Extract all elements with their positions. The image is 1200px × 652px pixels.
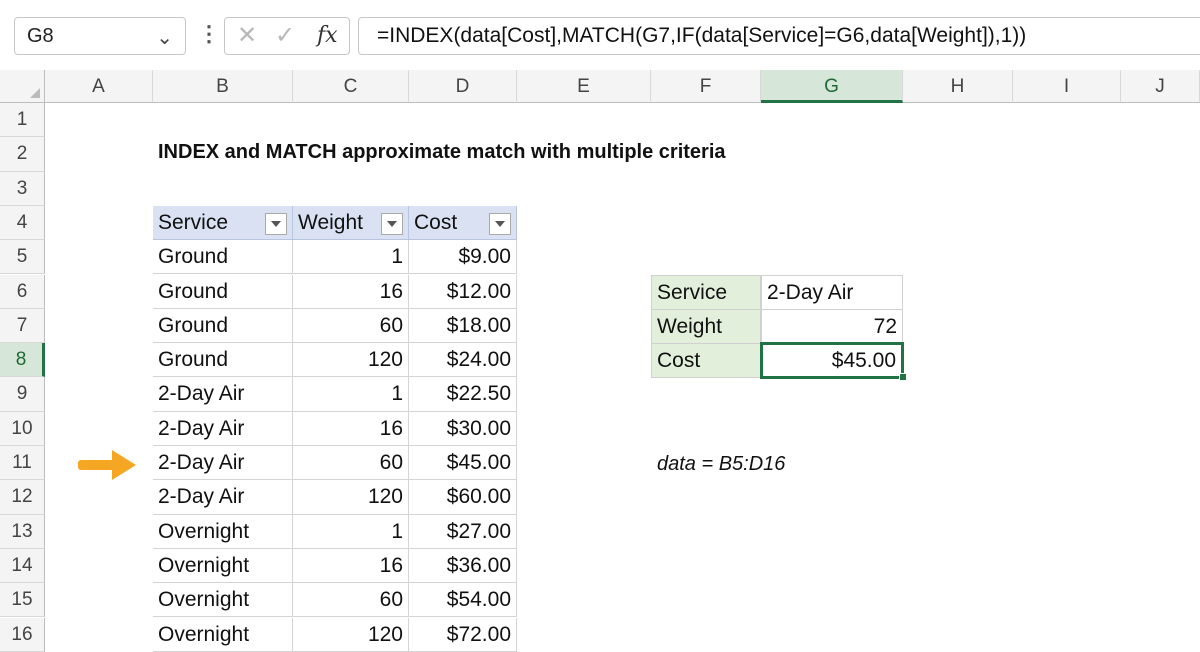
table-cell-service[interactable]: Overnight [153, 583, 293, 618]
table-cell-weight[interactable]: 60 [293, 583, 409, 618]
table-header-weight[interactable]: Weight [293, 205, 409, 241]
table-header-cost[interactable]: Cost [409, 205, 517, 241]
function-fx-icon[interactable]: fx [317, 18, 338, 54]
column-header-h[interactable]: H [903, 70, 1013, 103]
column-header-c[interactable]: C [293, 70, 409, 103]
table-cell-cost[interactable]: $36.00 [409, 548, 517, 584]
table-cell-cost[interactable]: $27.00 [409, 514, 517, 549]
table-cell-service[interactable]: 2-Day Air [153, 480, 293, 515]
table-cell-weight[interactable]: 60 [293, 446, 409, 481]
row-header-15[interactable]: 15 [0, 583, 45, 618]
formula-input[interactable]: =INDEX(data[Cost],MATCH(G7,IF(data[Servi… [358, 17, 1200, 55]
filter-dropdown-icon[interactable] [265, 212, 287, 235]
table-cell-cost[interactable]: $18.00 [409, 308, 517, 344]
column-header-a[interactable]: A [45, 70, 153, 103]
name-box-value: G8 [27, 25, 54, 47]
column-header-g[interactable]: G [761, 70, 903, 103]
table-header-service[interactable]: Service [153, 205, 293, 241]
cost-label[interactable]: Cost [651, 343, 761, 378]
row-header-1[interactable]: 1 [0, 103, 45, 138]
name-box[interactable]: G8 ⌄ [14, 17, 186, 55]
table-cell-cost[interactable]: $72.00 [409, 617, 517, 652]
weight-label[interactable]: Weight [651, 309, 761, 344]
table-cell-service[interactable]: Overnight [153, 548, 293, 584]
table-cell-service[interactable]: Ground [153, 274, 293, 309]
table-cell-service[interactable]: Overnight [153, 514, 293, 549]
row-header-10[interactable]: 10 [0, 411, 45, 446]
table-header-label: Service [158, 210, 229, 234]
column-header-j[interactable]: J [1121, 70, 1200, 103]
row-header-5[interactable]: 5 [0, 240, 45, 275]
table-cell-service[interactable]: Overnight [153, 617, 293, 652]
row-header-12[interactable]: 12 [0, 480, 45, 515]
table-cell-cost[interactable]: $12.00 [409, 274, 517, 309]
row-header-4[interactable]: 4 [0, 205, 45, 241]
service-label[interactable]: Service [651, 275, 761, 310]
table-cell-weight[interactable]: 16 [293, 411, 409, 446]
cancel-x-icon[interactable]: ✕ [237, 18, 257, 54]
fill-handle[interactable] [899, 373, 907, 381]
table-cell-cost[interactable]: $24.00 [409, 343, 517, 378]
select-all-corner[interactable] [0, 70, 45, 103]
table-cell-cost[interactable]: $22.50 [409, 377, 517, 412]
table-cell-weight[interactable]: 16 [293, 274, 409, 309]
table-cell-weight[interactable]: 120 [293, 343, 409, 378]
table-cell-service[interactable]: 2-Day Air [153, 377, 293, 412]
formula-text: =INDEX(data[Cost],MATCH(G7,IF(data[Servi… [377, 24, 1027, 47]
row-header-2[interactable]: 2 [0, 137, 45, 172]
table-cell-cost[interactable]: $9.00 [409, 240, 517, 275]
table-cell-weight[interactable]: 16 [293, 548, 409, 584]
table-cell-service[interactable]: 2-Day Air [153, 446, 293, 481]
table-cell-cost[interactable]: $54.00 [409, 583, 517, 618]
table-header-label: Weight [298, 210, 363, 234]
column-header-i[interactable]: I [1013, 70, 1121, 103]
table-cell-weight[interactable]: 120 [293, 480, 409, 515]
named-range-note: data = B5:D16 [657, 453, 786, 475]
weight-input[interactable]: 72 [761, 309, 903, 344]
table-cell-cost[interactable]: $60.00 [409, 480, 517, 515]
row-header-13[interactable]: 13 [0, 514, 45, 549]
column-header-b[interactable]: B [153, 70, 293, 103]
table-cell-weight[interactable]: 1 [293, 377, 409, 412]
confirm-check-icon[interactable]: ✓ [275, 18, 295, 54]
row-header-3[interactable]: 3 [0, 171, 45, 206]
table-cell-weight[interactable]: 60 [293, 308, 409, 344]
row-header-16[interactable]: 16 [0, 617, 45, 652]
table-cell-service[interactable]: Ground [153, 240, 293, 275]
arrow-right-icon [78, 450, 136, 480]
more-vertical-icon[interactable]: ⋮ [198, 19, 220, 53]
cost-result-cell[interactable]: $45.00 [760, 342, 904, 379]
table-header-label: Cost [414, 210, 458, 234]
row-header-6[interactable]: 6 [0, 274, 45, 309]
table-cell-service[interactable]: Ground [153, 308, 293, 344]
sheet-title: INDEX and MATCH approximate match with m… [158, 141, 726, 163]
formula-buttons: ✕ ✓ fx [224, 17, 350, 55]
service-input[interactable]: 2-Day Air [761, 275, 903, 310]
table-cell-weight[interactable]: 1 [293, 240, 409, 275]
filter-dropdown-icon[interactable] [489, 212, 511, 235]
column-header-f[interactable]: F [651, 70, 761, 103]
filter-dropdown-icon[interactable] [381, 212, 403, 235]
table-cell-weight[interactable]: 1 [293, 514, 409, 549]
table-cell-cost[interactable]: $30.00 [409, 411, 517, 446]
row-header-11[interactable]: 11 [0, 446, 45, 481]
row-header-14[interactable]: 14 [0, 548, 45, 584]
row-header-9[interactable]: 9 [0, 377, 45, 412]
table-cell-service[interactable]: 2-Day Air [153, 411, 293, 446]
row-header-8[interactable]: 8 [0, 343, 45, 378]
table-cell-service[interactable]: Ground [153, 343, 293, 378]
column-header-e[interactable]: E [517, 70, 651, 103]
table-cell-weight[interactable]: 120 [293, 617, 409, 652]
row-header-7[interactable]: 7 [0, 308, 45, 344]
table-cell-cost[interactable]: $45.00 [409, 446, 517, 481]
chevron-down-icon[interactable]: ⌄ [156, 25, 173, 50]
column-header-d[interactable]: D [409, 70, 517, 103]
